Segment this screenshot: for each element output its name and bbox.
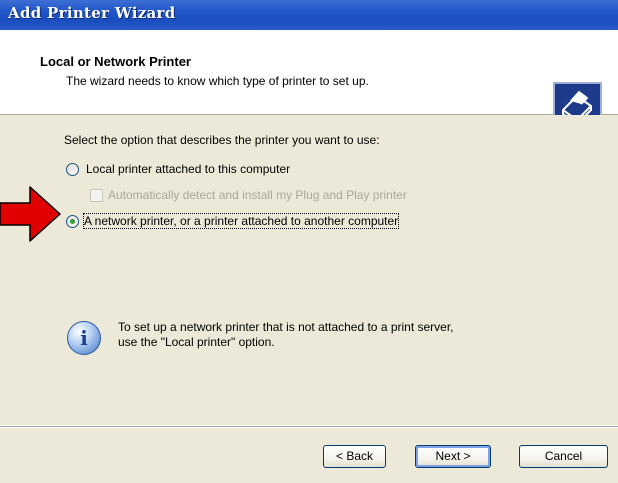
info-icon: i: [67, 321, 101, 355]
network-printer-label[interactable]: A network printer, or a printer attached…: [82, 213, 400, 229]
red-arrow-annotation: [0, 186, 61, 242]
local-printer-radio[interactable]: [66, 163, 79, 176]
option-prompt: Select the option that describes the pri…: [64, 133, 380, 147]
add-printer-wizard-window: Add Printer Wizard Local or Network Prin…: [0, 0, 618, 483]
wizard-body: Select the option that describes the pri…: [0, 115, 618, 425]
header-subtitle: The wizard needs to know which type of p…: [66, 74, 369, 88]
auto-detect-checkbox[interactable]: [90, 189, 103, 202]
header-title: Local or Network Printer: [40, 54, 191, 69]
info-line-2: use the "Local printer" option.: [118, 335, 275, 349]
network-printer-radio[interactable]: [66, 215, 79, 228]
window-title: Add Printer Wizard: [8, 4, 176, 22]
wizard-footer: < Back Next > Cancel: [0, 428, 618, 483]
cancel-button[interactable]: Cancel: [519, 445, 608, 468]
next-button[interactable]: Next >: [415, 445, 491, 468]
auto-detect-label[interactable]: Automatically detect and install my Plug…: [108, 188, 407, 202]
info-text: To set up a network printer that is not …: [118, 320, 454, 350]
title-bar[interactable]: Add Printer Wizard: [0, 0, 618, 30]
wizard-header: Local or Network Printer The wizard need…: [0, 30, 618, 130]
back-button[interactable]: < Back: [323, 445, 386, 468]
info-line-1: To set up a network printer that is not …: [118, 320, 454, 334]
local-printer-label[interactable]: Local printer attached to this computer: [86, 162, 290, 176]
